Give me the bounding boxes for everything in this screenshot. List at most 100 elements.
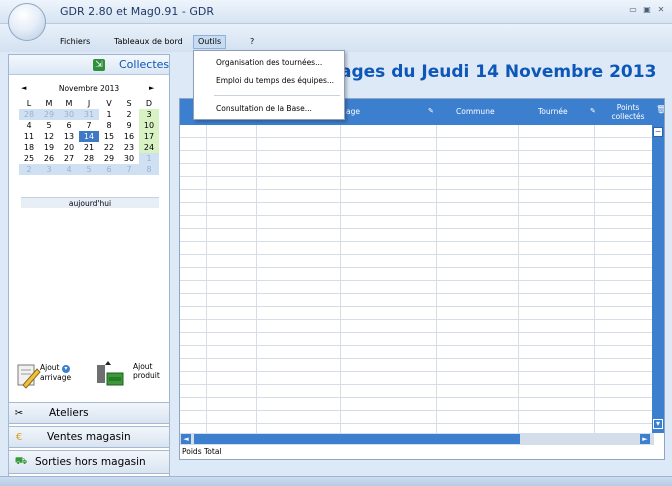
add-arrival-label[interactable]: Ajout ▾ arrivage (40, 363, 71, 382)
menu-item-organisation-tournees[interactable]: Organisation des tournées... (216, 58, 322, 67)
close-icon[interactable]: ✕ (656, 5, 666, 15)
calendar-day[interactable]: 2 (19, 164, 39, 175)
add-arrival-line1: Ajout (40, 363, 60, 372)
calendar-day[interactable]: 14 (79, 131, 99, 142)
column-header-commune[interactable]: Commune (456, 99, 495, 125)
page-title: ages du Jeudi 14 Novembre 2013 (340, 62, 657, 82)
vertical-scrollbar[interactable]: − ▾ (652, 125, 664, 433)
scroll-down-icon[interactable]: ▾ (653, 419, 663, 429)
menu-item-emploi-du-temps[interactable]: Emploi du temps des équipes... (216, 76, 334, 85)
calendar-day[interactable]: 20 (59, 142, 79, 153)
calendar-day[interactable]: 7 (119, 164, 139, 175)
scroll-left-icon[interactable]: ◄ (181, 434, 191, 444)
calendar-day[interactable]: 22 (99, 142, 119, 153)
calendar-day[interactable]: 13 (59, 131, 79, 142)
ventes-magasin-button[interactable]: € Ventes magasin (8, 426, 170, 448)
calendar-day[interactable]: 12 (39, 131, 59, 142)
menu-separator (214, 95, 340, 96)
calendar-day[interactable]: 24 (139, 142, 159, 153)
calendar-day[interactable]: 5 (79, 164, 99, 175)
menu-item-consultation-base[interactable]: Consultation de la Base... (216, 104, 312, 113)
delete-icon[interactable]: 🗑 (656, 106, 664, 114)
euro-icon: € (15, 432, 23, 443)
today-button[interactable]: aujourd'hui (21, 197, 159, 208)
calendar-day[interactable]: 9 (119, 120, 139, 131)
collectes-table: age ✎ Commune Tournée ✎ Points collectés… (179, 98, 665, 460)
calendar-day[interactable]: 19 (39, 142, 59, 153)
calendar-day[interactable]: 25 (19, 153, 39, 164)
calendar-day[interactable]: 2 (119, 109, 139, 120)
sorties-hors-magasin-button[interactable]: ⛟ Sorties hors magasin (8, 450, 170, 474)
window-controls: ▭ ▣ ✕ (628, 5, 666, 15)
collectes-header[interactable]: ⇲ Collectes (9, 55, 169, 75)
calendar-day[interactable]: 29 (99, 153, 119, 164)
table-body[interactable] (180, 125, 654, 433)
menu-bar: Fichiers Tableaux de bord Outils ? (0, 24, 672, 52)
calendar-weekday: M (65, 99, 73, 108)
calendar-day[interactable]: 3 (39, 164, 59, 175)
horizontal-scroll-thumb[interactable] (194, 434, 520, 444)
calendar-day[interactable]: 4 (59, 164, 79, 175)
calendar-day[interactable]: 6 (99, 164, 119, 175)
calendar-day[interactable]: 29 (39, 109, 59, 120)
add-product-line2: produit (133, 371, 160, 380)
calendar-day[interactable]: 3 (139, 109, 159, 120)
collectes-title: Collectes (119, 58, 170, 71)
window-title: GDR 2.80 et Mag0.91 - GDR (60, 5, 215, 18)
calendar-grid: L M M J V S D 28 29 30 31 1 2 3 4 5 6 7 8 9 10 11 12 13 14 15 16 17… (19, 98, 159, 175)
dropdown-arrow-icon: ▾ (61, 365, 70, 373)
calendar-day[interactable]: 26 (39, 153, 59, 164)
calendar-day[interactable]: 30 (119, 153, 139, 164)
add-product-line1: Ajout (133, 362, 153, 371)
menu-help[interactable]: ? (246, 35, 258, 49)
pin-icon[interactable]: ✎ (590, 108, 596, 115)
add-product-icon[interactable] (95, 361, 124, 387)
calendar-day[interactable]: 1 (139, 153, 159, 164)
menu-outils[interactable]: Outils (193, 35, 227, 49)
scroll-right-icon[interactable]: ► (640, 434, 650, 444)
calendar-day[interactable]: 17 (139, 131, 159, 142)
menu-fichiers[interactable]: Fichiers (56, 35, 94, 49)
calendar-day[interactable]: 23 (119, 142, 139, 153)
calendar-month: Novembre 2013 (58, 84, 120, 93)
calendar-day[interactable]: 8 (99, 120, 119, 131)
poids-total-label: Poids Total (182, 447, 222, 456)
horizontal-scrollbar[interactable]: ◄ ► (180, 433, 654, 445)
calendar-weekday: J (87, 99, 91, 108)
calendar-day[interactable]: 21 (79, 142, 99, 153)
add-arrival-icon[interactable] (15, 363, 41, 389)
exit-icon: ⇲ (93, 59, 105, 71)
calendar-prev-button[interactable]: ◄ (21, 84, 26, 92)
column-divider (594, 125, 595, 433)
column-header-age[interactable]: age (346, 99, 360, 125)
calendar-day[interactable]: 7 (79, 120, 99, 131)
calendar-day[interactable]: 18 (19, 142, 39, 153)
minimize-icon[interactable]: ▭ (628, 5, 638, 15)
calendar-day[interactable]: 10 (139, 120, 159, 131)
calendar-day[interactable]: 31 (79, 109, 99, 120)
calendar-day[interactable]: 8 (139, 164, 159, 175)
calendar-next-button[interactable]: ► (149, 84, 154, 92)
calendar-day[interactable]: 11 (19, 131, 39, 142)
calendar-day[interactable]: 5 (39, 120, 59, 131)
column-header-tournee[interactable]: Tournée (538, 99, 568, 125)
calendar-day[interactable]: 15 (99, 131, 119, 142)
menu-tableaux-de-bord[interactable]: Tableaux de bord (110, 35, 187, 49)
column-divider (518, 125, 519, 433)
calendar-day[interactable]: 30 (59, 109, 79, 120)
calendar-day[interactable]: 6 (59, 120, 79, 131)
calendar-day[interactable]: 4 (19, 120, 39, 131)
application-orb-button[interactable] (8, 3, 46, 41)
calendar-weekday: D (145, 99, 153, 108)
ateliers-button[interactable]: ✂ Ateliers (8, 402, 170, 424)
column-divider (340, 125, 341, 433)
maximize-icon[interactable]: ▣ (642, 5, 652, 15)
calendar-day[interactable]: 1 (99, 109, 119, 120)
calendar-day[interactable]: 16 (119, 131, 139, 142)
scroll-collapse-icon[interactable]: − (653, 127, 663, 137)
calendar-day[interactable]: 27 (59, 153, 79, 164)
calendar-day[interactable]: 28 (19, 109, 39, 120)
calendar-day[interactable]: 28 (79, 153, 99, 164)
pin-icon[interactable]: ✎ (428, 108, 434, 115)
add-product-label[interactable]: Ajout produit (133, 362, 160, 380)
